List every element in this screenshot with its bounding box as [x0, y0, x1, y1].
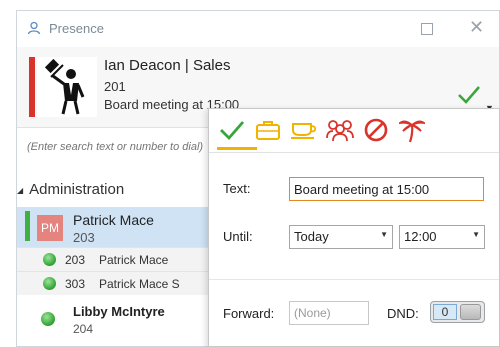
dnd-value: 0: [433, 304, 457, 320]
until-label: Until:: [223, 229, 253, 244]
avatar-initials: PM: [37, 215, 63, 241]
toggle-knob[interactable]: [460, 304, 481, 320]
status-popup: Text: Until: Today ▼ 12:00 ▼ Forward: DN…: [208, 108, 500, 347]
divider: [209, 152, 499, 153]
contact-row-selected[interactable]: PM Patrick Mace 203: [17, 207, 209, 247]
forward-input[interactable]: [289, 301, 369, 325]
briefcase-icon[interactable]: [253, 115, 283, 145]
coffee-cup-icon[interactable]: [289, 115, 319, 145]
contact-row[interactable]: Libby McIntyre 204: [17, 301, 209, 345]
until-day-value: Today: [294, 229, 329, 244]
collapse-triangle-icon[interactable]: ◢: [17, 186, 23, 195]
meeting-people-icon[interactable]: [325, 115, 355, 145]
text-label: Text:: [223, 181, 251, 196]
do-not-disturb-icon[interactable]: [361, 115, 391, 145]
device-name: Patrick Mace S: [99, 277, 180, 291]
dnd-toggle[interactable]: 0: [430, 301, 485, 323]
online-status-icon: [41, 312, 55, 326]
palm-tree-icon[interactable]: [397, 115, 427, 145]
user-extension: 201: [104, 79, 126, 94]
chevron-down-icon: ▼: [380, 230, 388, 239]
search-input[interactable]: [25, 137, 229, 157]
status-tabs: [209, 109, 499, 150]
person-icon: [27, 21, 41, 40]
device-name: Patrick Mace: [99, 253, 169, 267]
until-day-select[interactable]: Today ▼: [289, 225, 393, 249]
divider: [209, 279, 499, 280]
online-status-icon: [43, 253, 56, 266]
device-number: 203: [65, 253, 86, 267]
contact-extension: 204: [73, 322, 94, 336]
available-check-icon: [457, 85, 481, 110]
contact-status-strip: [25, 211, 30, 241]
available-check-icon[interactable]: [217, 115, 247, 145]
contact-extension: 203: [73, 230, 95, 245]
user-name: Ian Deacon | Sales: [104, 57, 231, 74]
maximize-button[interactable]: [421, 23, 433, 35]
dnd-label: DND:: [387, 306, 419, 321]
device-number: 303: [65, 277, 86, 291]
chevron-down-icon: ▼: [472, 230, 480, 239]
group-name: Administration: [29, 181, 125, 198]
avatar: [37, 57, 97, 117]
until-time-select[interactable]: 12:00 ▼: [399, 225, 485, 249]
status-text-input[interactable]: [289, 177, 484, 201]
businessman-avatar-icon: [44, 58, 85, 115]
device-row[interactable]: 203 Patrick Mace: [17, 247, 209, 271]
selected-tab-indicator: [217, 147, 257, 150]
device-row[interactable]: 303 Patrick Mace S: [17, 271, 209, 295]
online-status-icon: [43, 277, 56, 290]
title-bar: Presence ✕: [17, 11, 499, 48]
close-button[interactable]: ✕: [469, 17, 484, 38]
contact-name: Libby McIntyre: [73, 304, 165, 319]
window-title: Presence: [49, 21, 104, 36]
group-header[interactable]: ◢ Administration: [17, 181, 124, 198]
until-time-value: 12:00: [404, 229, 437, 244]
user-status-indicator: [29, 57, 35, 117]
forward-label: Forward:: [223, 306, 275, 321]
contact-name: Patrick Mace: [73, 212, 154, 228]
